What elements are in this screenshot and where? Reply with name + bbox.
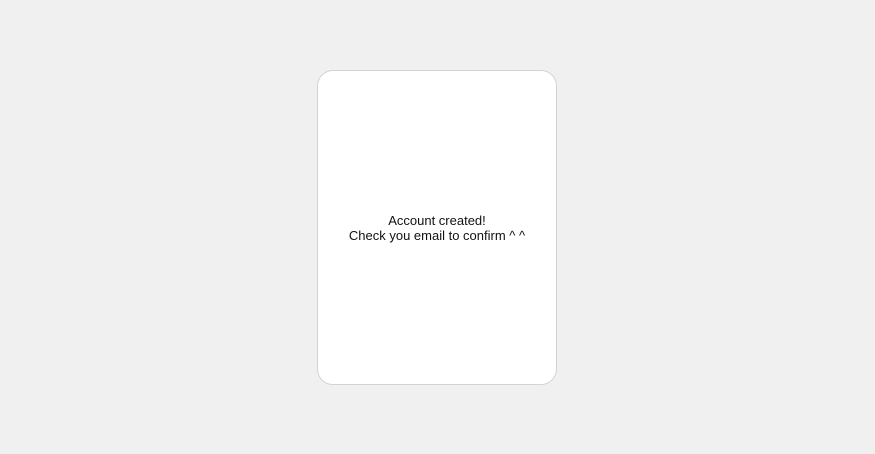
confirmation-subtitle: Check you email to confirm ^ ^ [348,228,526,243]
confirmation-message: Account created! Check you email to conf… [349,213,525,243]
confirmation-card: Account created! Check you email to conf… [317,70,557,385]
confirmation-title: Account created! [388,213,486,228]
